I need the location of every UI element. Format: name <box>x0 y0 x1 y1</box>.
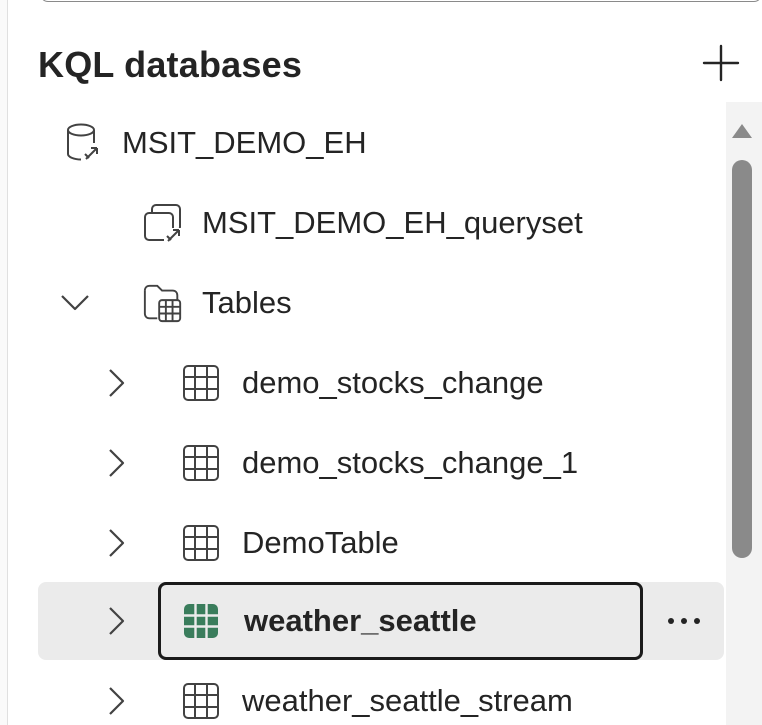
tree-item-label: Tables <box>202 285 292 320</box>
tree-item-label: MSIT_DEMO_EH_queryset <box>202 205 583 240</box>
chevron-right-icon[interactable] <box>102 601 132 641</box>
table-icon <box>180 522 222 564</box>
tree-item-table[interactable]: weather_seattle_stream <box>38 662 724 725</box>
tables-folder-icon <box>142 282 184 324</box>
queryset-icon <box>142 202 184 244</box>
tree-item-label: weather_seattle_stream <box>242 683 573 718</box>
scroll-up-arrow-icon[interactable] <box>730 120 754 142</box>
table-icon <box>180 362 222 404</box>
tree-item-table[interactable]: DemoTable <box>38 504 724 582</box>
chevron-right-icon[interactable] <box>102 681 132 721</box>
chevron-right-icon[interactable] <box>102 363 132 403</box>
tree-item-label: MSIT_DEMO_EH <box>122 125 367 160</box>
database-tree: MSIT_DEMO_EH MSIT_DEMO_EH_queryset Table… <box>0 0 762 725</box>
table-icon <box>180 442 222 484</box>
kql-database-icon <box>62 122 104 164</box>
chevron-right-icon[interactable] <box>102 443 132 483</box>
tree-item-table[interactable]: demo_stocks_change_1 <box>38 424 724 502</box>
tree-item-label: DemoTable <box>242 525 399 560</box>
more-icon <box>668 618 700 624</box>
tree-item-database[interactable]: MSIT_DEMO_EH <box>38 104 724 182</box>
tree-item-table[interactable]: demo_stocks_change <box>38 344 724 422</box>
table-icon <box>180 680 222 722</box>
scrollbar-thumb[interactable] <box>732 160 752 558</box>
chevron-right-icon[interactable] <box>102 523 132 563</box>
tree-item-tables-folder[interactable]: Tables <box>38 264 724 342</box>
chevron-down-icon[interactable] <box>60 283 90 323</box>
tree-item-label: demo_stocks_change_1 <box>242 445 579 480</box>
focus-outline <box>158 582 643 660</box>
tree-item-label: demo_stocks_change <box>242 365 544 400</box>
more-options-button[interactable] <box>660 597 708 645</box>
tree-item-queryset[interactable]: MSIT_DEMO_EH_queryset <box>38 184 724 262</box>
